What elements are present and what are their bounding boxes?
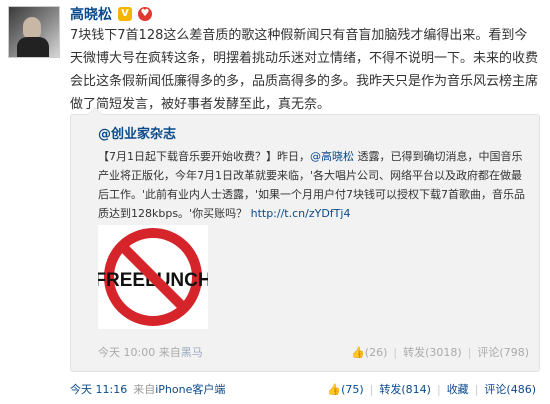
original-repost-button[interactable]: 转发(3018): [403, 344, 462, 360]
post-text: 7块钱下7首128这么差音质的歌这种假新闻只有音盲加脑残才编得出来。看到今天微博…: [70, 28, 539, 112]
heart-icon: ♥: [138, 7, 152, 21]
thumbs-up-icon: 👍: [351, 345, 365, 359]
post-header: 高晓松 V ♥: [70, 4, 152, 24]
original-time[interactable]: 今天 10:00: [98, 346, 155, 359]
thumbs-up-icon: 👍: [327, 382, 342, 396]
post-time[interactable]: 今天 11:16: [70, 381, 127, 397]
vip-badge-icon: V: [118, 7, 132, 21]
original-like-button[interactable]: 👍(26): [351, 346, 387, 359]
repost-box: @创业家杂志 【7月1日起下载音乐要开始收费？】昨日，@高晓松 透露，已得到确切…: [70, 107, 540, 372]
divider: |: [369, 382, 374, 396]
divider: |: [474, 382, 479, 396]
source-prefix: 来自: [133, 383, 156, 396]
original-comment-button[interactable]: 评论(798): [477, 344, 529, 360]
original-post-text: 【7月1日起下载音乐要开始收费？】昨日，@高晓松 透露，已得到确切消息，中国音乐…: [98, 147, 528, 223]
original-text-part-1: 【7月1日起下载音乐要开始收费？】昨日，: [98, 150, 310, 163]
favorite-button[interactable]: 收藏: [447, 381, 469, 397]
avatar-face: [23, 17, 41, 39]
original-like-count: (26): [364, 345, 388, 359]
like-count: (75): [341, 382, 364, 396]
repost-arrow: [87, 107, 103, 115]
original-source-link[interactable]: 黑马: [181, 346, 203, 359]
post-actions: 👍(75) | 转发(814) | 收藏 | 评论(486): [327, 381, 536, 397]
comment-button[interactable]: 评论(486): [484, 381, 536, 397]
post-thumbnail[interactable]: FREELUNCH: [98, 225, 208, 329]
original-author-link[interactable]: @创业家杂志: [98, 123, 176, 142]
divider: |: [393, 345, 398, 359]
original-actions: 👍(26) | 转发(3018) | 评论(798): [351, 344, 529, 360]
divider: |: [436, 382, 441, 396]
original-meta: 今天 10:00 来自黑马: [98, 344, 203, 360]
like-button[interactable]: 👍(75): [327, 383, 363, 396]
username-link[interactable]: 高晓松: [70, 4, 112, 24]
avatar[interactable]: [8, 6, 60, 58]
no-free-lunch-image: FREELUNCH: [98, 228, 208, 326]
short-url-link[interactable]: http://t.cn/zYDfTj4: [251, 207, 351, 220]
repost-button[interactable]: 转发(814): [379, 381, 431, 397]
post-meta: 今天 11:16 来自iPhone客户端: [70, 381, 225, 397]
avatar-body: [17, 37, 49, 57]
mention-link[interactable]: @高晓松: [310, 150, 354, 163]
divider: |: [467, 345, 472, 359]
original-source-prefix: 来自: [158, 346, 181, 359]
source-link[interactable]: iPhone客户端: [155, 383, 225, 396]
